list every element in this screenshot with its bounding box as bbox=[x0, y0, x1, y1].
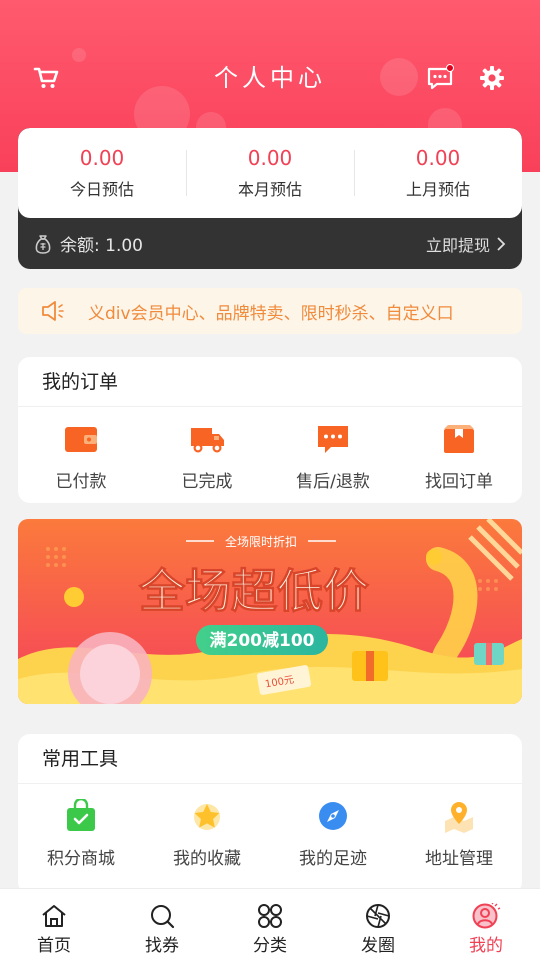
earnings-label: 本月预估 bbox=[237, 180, 302, 199]
tab-mine[interactable]: 我的 bbox=[432, 889, 540, 960]
order-retrieve[interactable]: 找回订单 bbox=[396, 407, 522, 492]
unread-badge bbox=[446, 64, 454, 72]
tab-home-label: 首页 bbox=[37, 936, 71, 956]
box-icon bbox=[444, 425, 474, 453]
notice-text: 义div会员中心、品牌特卖、限时秒杀、自定义口 bbox=[88, 303, 454, 324]
tab-moments[interactable]: 发圈 bbox=[324, 889, 432, 960]
home-icon bbox=[42, 905, 66, 927]
earnings-today[interactable]: 0.00 今日预估 bbox=[18, 128, 186, 218]
withdraw-link[interactable]: 立即提现 bbox=[426, 232, 506, 256]
order-retrieve-label: 找回订单 bbox=[425, 472, 493, 492]
earnings-last-month[interactable]: 0.00 上月预估 bbox=[354, 128, 522, 218]
wallet-icon bbox=[65, 427, 97, 452]
balance-row: 余额: 1.00 立即提现 bbox=[18, 218, 522, 269]
order-refund[interactable]: 售后/退款 bbox=[270, 407, 396, 492]
banner-pill: 满200减100 bbox=[210, 630, 315, 651]
balance-amount: 余额: 1.00 bbox=[60, 236, 143, 256]
order-completed-label: 已完成 bbox=[181, 472, 233, 492]
search-icon bbox=[151, 905, 175, 929]
promo-banner[interactable]: 全场限时折扣 全场超低价 满200减100 100元 bbox=[18, 519, 522, 704]
page-title: 个人中心 bbox=[214, 64, 326, 92]
orders-card: 我的订单 已付款 已完成 售后/退款 找回订单 bbox=[18, 357, 522, 503]
earnings-value: 0.00 bbox=[79, 146, 125, 170]
chat-dots-icon bbox=[318, 426, 348, 453]
tab-mine-label: 我的 bbox=[469, 936, 503, 956]
chevron-right-icon bbox=[497, 236, 506, 251]
tool-address[interactable]: 地址管理 bbox=[396, 784, 522, 869]
bottom-tab-bar: 首页 找券 分类 发圈 我的 bbox=[0, 888, 540, 960]
order-paid[interactable]: 已付款 bbox=[18, 407, 144, 492]
tab-coupons-label: 找券 bbox=[145, 936, 179, 956]
tool-favorites-label: 我的收藏 bbox=[173, 849, 241, 869]
earnings-this-month[interactable]: 0.00 本月预估 bbox=[186, 128, 354, 218]
tab-categories[interactable]: 分类 bbox=[216, 889, 324, 960]
money-bag-icon bbox=[35, 234, 51, 254]
aperture-icon bbox=[366, 904, 390, 928]
compass-icon bbox=[319, 802, 347, 830]
map-pin-icon bbox=[445, 802, 473, 833]
tool-footprints[interactable]: 我的足迹 bbox=[270, 784, 396, 869]
tool-points-mall-label: 积分商城 bbox=[47, 849, 115, 869]
tools-title: 常用工具 bbox=[18, 734, 522, 784]
tab-coupons[interactable]: 找券 bbox=[108, 889, 216, 960]
order-completed[interactable]: 已完成 bbox=[144, 407, 270, 492]
tool-favorites[interactable]: 我的收藏 bbox=[144, 784, 270, 869]
order-refund-label: 售后/退款 bbox=[296, 472, 370, 492]
earnings-label: 上月预估 bbox=[405, 180, 470, 199]
earnings-card: 0.00 今日预估 0.00 本月预估 0.00 上月预估 bbox=[18, 128, 522, 218]
tools-card: 常用工具 积分商城 我的收藏 我的足迹 地址管理 bbox=[18, 734, 522, 894]
message-button[interactable] bbox=[422, 60, 458, 96]
tool-footprints-label: 我的足迹 bbox=[299, 849, 367, 869]
settings-button[interactable] bbox=[474, 60, 510, 96]
tab-home[interactable]: 首页 bbox=[0, 889, 108, 960]
orders-title: 我的订单 bbox=[18, 357, 522, 407]
tool-address-label: 地址管理 bbox=[425, 849, 493, 869]
tool-points-mall[interactable]: 积分商城 bbox=[18, 784, 144, 869]
promo-banner-art: 全场限时折扣 全场超低价 满200减100 100元 bbox=[18, 519, 522, 704]
tab-moments-label: 发圈 bbox=[361, 936, 395, 956]
user-icon bbox=[472, 903, 501, 929]
banner-top-text: 全场限时折扣 bbox=[225, 534, 297, 549]
tab-categories-label: 分类 bbox=[253, 936, 287, 956]
notice-bar[interactable]: 义div会员中心、品牌特卖、限时秒杀、自定义口 bbox=[18, 288, 522, 334]
earnings-value: 0.00 bbox=[415, 146, 461, 170]
earnings-value: 0.00 bbox=[247, 146, 293, 170]
star-icon bbox=[194, 804, 220, 830]
earnings-panel: 0.00 今日预估 0.00 本月预估 0.00 上月预估 余额: 1.00 立… bbox=[18, 128, 522, 269]
truck-icon bbox=[191, 428, 224, 453]
earnings-label: 今日预估 bbox=[69, 180, 134, 199]
grid-icon bbox=[258, 904, 282, 928]
withdraw-label: 立即提现 bbox=[425, 235, 490, 255]
gear-icon bbox=[480, 66, 504, 90]
order-paid-label: 已付款 bbox=[55, 472, 107, 492]
banner-headline: 全场超低价 bbox=[138, 564, 369, 618]
speaker-icon bbox=[42, 301, 64, 321]
shopping-bag-icon bbox=[67, 799, 95, 831]
